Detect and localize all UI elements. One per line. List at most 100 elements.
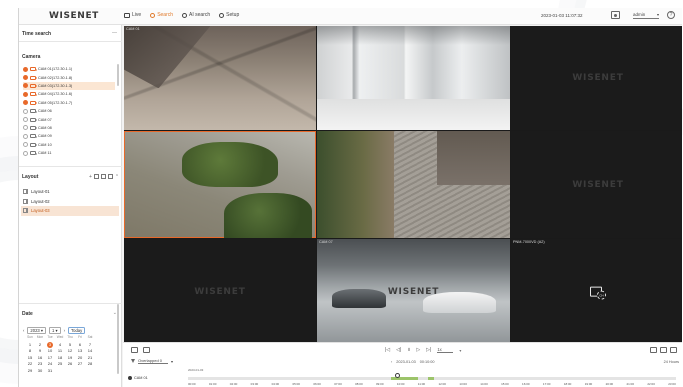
save-layout-icon[interactable]: [93, 174, 99, 179]
layout-item[interactable]: Layout-03: [21, 206, 119, 216]
expand-icon[interactable]: [670, 347, 677, 353]
weekday-label: Tue: [47, 335, 53, 339]
delete-layout-icon[interactable]: [107, 174, 113, 179]
calendar-day[interactable]: 2: [35, 342, 45, 349]
fullscreen-icon[interactable]: [143, 347, 150, 353]
camera-item[interactable]: CAM 11: [23, 149, 115, 157]
chevron-up-icon[interactable]: ⌃: [115, 174, 119, 180]
video-tile[interactable]: WISENET: [511, 26, 682, 130]
camera-item[interactable]: CAM 04(172.30.1.6): [23, 90, 115, 98]
add-layout-icon[interactable]: +: [89, 174, 92, 180]
next-month-icon[interactable]: ›: [64, 328, 65, 333]
camera-icon: [30, 117, 37, 122]
video-tile[interactable]: [317, 26, 510, 130]
menu-search[interactable]: Search: [150, 12, 173, 18]
calendar-day[interactable]: 29: [25, 368, 35, 375]
today-button[interactable]: Today: [68, 327, 86, 334]
prev-month-icon[interactable]: ‹: [23, 328, 24, 333]
calendar-day[interactable]: 5: [65, 342, 75, 349]
camera-title: Camera: [22, 54, 41, 60]
calendar-day[interactable]: 22: [25, 361, 35, 368]
calendar-day[interactable]: 26: [65, 361, 75, 368]
weekday-label: Sun: [27, 335, 33, 339]
calendar-day[interactable]: 20: [75, 355, 85, 362]
pause-icon[interactable]: ॥: [407, 347, 410, 353]
camera-item[interactable]: CAM 08: [23, 124, 115, 132]
camera-item[interactable]: CAM 02(172.30.1.8): [23, 73, 115, 81]
calendar-day[interactable]: 31: [45, 368, 55, 375]
seek-time[interactable]: 00:10:00: [420, 360, 435, 364]
camera-item[interactable]: CAM 09: [23, 132, 115, 140]
calendar-day[interactable]: 14: [85, 348, 95, 355]
calendar-day[interactable]: 18: [55, 355, 65, 362]
layout-item[interactable]: Layout-01: [21, 187, 119, 197]
camera-item[interactable]: CAM 07: [23, 115, 115, 123]
video-tile[interactable]: [124, 131, 316, 238]
calendar-day[interactable]: 28: [85, 361, 95, 368]
calendar-day[interactable]: 8: [25, 348, 35, 355]
calendar-day[interactable]: 17: [45, 355, 55, 362]
calendar-day[interactable]: 25: [55, 361, 65, 368]
calendar-day[interactable]: 30: [35, 368, 45, 375]
calendar-day[interactable]: 23: [35, 361, 45, 368]
user-dropdown[interactable]: admin ▾: [633, 12, 659, 19]
screen-layout-icon[interactable]: [660, 347, 667, 353]
timeline-zoom[interactable]: 24 Hours: [664, 360, 679, 364]
menu-live[interactable]: Live: [124, 12, 141, 18]
timeline-tick-label: 03:00: [250, 382, 259, 386]
camera-list-scrollbar[interactable]: [117, 64, 119, 86]
calendar-day[interactable]: 9: [35, 348, 45, 355]
calendar-day[interactable]: 6: [75, 342, 85, 349]
menu-setup[interactable]: Setup: [219, 12, 239, 18]
calendar-day[interactable]: 3: [45, 341, 55, 349]
layout-item[interactable]: Layout-02: [21, 197, 119, 207]
video-tile[interactable]: PNM-7000VD (A2) CH: [511, 239, 682, 344]
video-tile[interactable]: CAM 01: [124, 26, 316, 130]
step-forward-icon[interactable]: ▷|: [426, 347, 431, 353]
seek-prev-icon[interactable]: ‹: [391, 360, 392, 364]
help-icon[interactable]: ?: [667, 11, 675, 19]
calendar-day[interactable]: 11: [55, 348, 65, 355]
calendar-day[interactable]: 15: [25, 355, 35, 362]
calendar-day[interactable]: 4: [55, 342, 65, 349]
year-select[interactable]: 2023 ▾: [27, 327, 46, 334]
camera-item[interactable]: CAM 10: [23, 141, 115, 149]
calendar-day[interactable]: 1: [25, 342, 35, 349]
play-icon[interactable]: ▷: [416, 347, 420, 353]
filter-icon[interactable]: [131, 359, 135, 363]
speed-select[interactable]: 1x: [437, 347, 454, 353]
export-icon[interactable]: [131, 347, 138, 353]
calendar-scrollbar[interactable]: [117, 304, 119, 374]
print-icon[interactable]: [650, 347, 657, 353]
first-frame-icon[interactable]: |◁: [385, 347, 390, 353]
video-tile[interactable]: WISENET CAM 07: [317, 239, 510, 344]
timeline[interactable]: 2023-01-03 00:00 01:00 02:00 03:00 04:00 05:0…: [163, 368, 681, 387]
month-select[interactable]: 1 ▾: [49, 327, 61, 334]
collapse-icon[interactable]: —: [112, 30, 117, 36]
overlap-select[interactable]: Overlapped 0: [138, 358, 168, 364]
user-icon[interactable]: [611, 11, 620, 19]
camera-item[interactable]: CAM 03(172.30.1.3): [23, 81, 115, 91]
timeline-bar[interactable]: [188, 377, 676, 380]
timeline-cursor[interactable]: [394, 373, 400, 378]
calendar-day[interactable]: 21: [85, 355, 95, 362]
calendar-day[interactable]: 24: [45, 361, 55, 368]
rename-layout-icon[interactable]: [100, 174, 106, 179]
calendar-day[interactable]: 7: [85, 342, 95, 349]
camera-item[interactable]: CAM 01(172.30.1.1): [23, 65, 115, 73]
timeline-tick-label: 02:00: [229, 382, 238, 386]
calendar-day[interactable]: 19: [65, 355, 75, 362]
camera-item[interactable]: CAM 05(172.30.1.7): [23, 99, 115, 107]
video-tile[interactable]: [317, 131, 510, 238]
calendar-day[interactable]: 10: [45, 348, 55, 355]
calendar-day[interactable]: 13: [75, 348, 85, 355]
calendar-day[interactable]: 12: [65, 348, 75, 355]
camera-item[interactable]: CAM 06: [23, 107, 115, 115]
seek-date[interactable]: 2023-01-03: [396, 360, 415, 364]
video-tile[interactable]: WISENET: [124, 239, 316, 344]
calendar-day[interactable]: 27: [75, 361, 85, 368]
step-back-icon[interactable]: ◁|: [396, 347, 401, 353]
video-tile[interactable]: WISENET: [511, 131, 682, 238]
calendar-day[interactable]: 16: [35, 355, 45, 362]
menu-ai-search[interactable]: AI search: [182, 12, 210, 18]
